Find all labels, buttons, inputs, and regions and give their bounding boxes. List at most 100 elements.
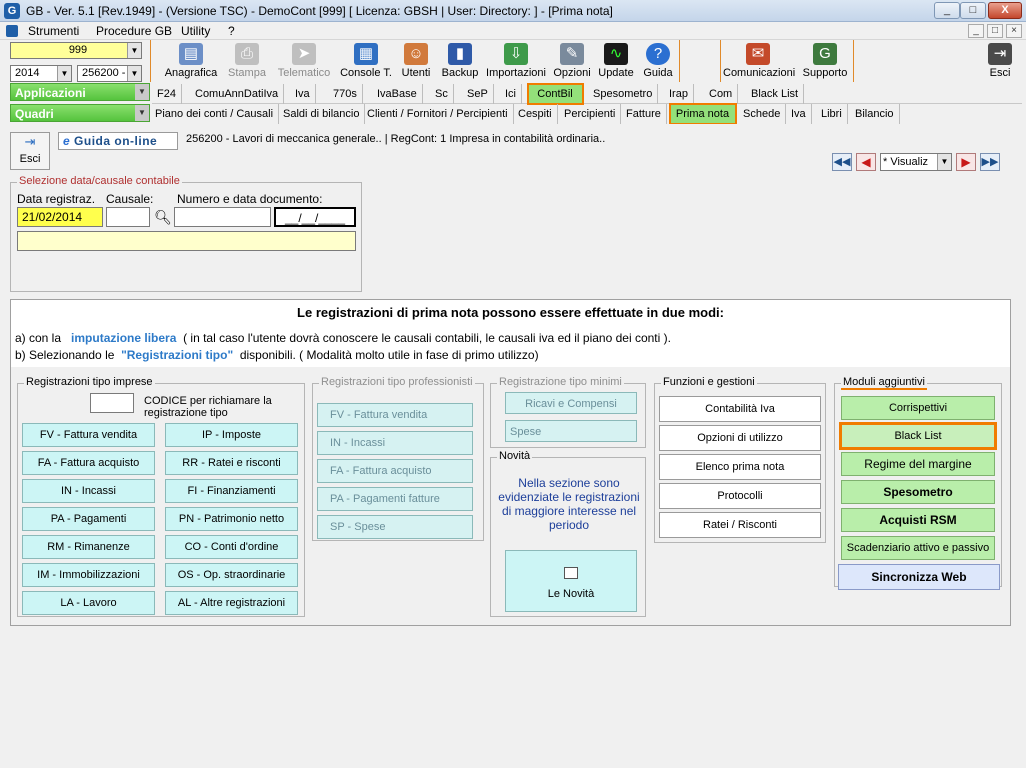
menu-help[interactable]: ? xyxy=(228,24,235,38)
tab-com[interactable]: Com xyxy=(704,84,739,104)
moduli-button-4[interactable]: Acquisti RSM xyxy=(841,508,995,532)
tab-f24[interactable]: F24 xyxy=(152,84,182,104)
sincronizza-web-button[interactable]: Sincronizza Web xyxy=(838,564,1000,590)
tab-770s[interactable]: 770s xyxy=(328,84,363,104)
next-record-icon[interactable]: ▶ xyxy=(956,153,976,171)
tab-contbil[interactable]: ContBil xyxy=(527,83,584,105)
esci-top-button[interactable]: ⇥ Esci xyxy=(982,40,1018,82)
imprese-button-0-1[interactable]: IP - Imposte xyxy=(165,423,298,447)
tab-prima-nota[interactable]: Prima nota xyxy=(669,103,737,125)
applicazioni-button[interactable]: Applicazioni ▼ xyxy=(10,83,150,101)
tab-cespiti[interactable]: Cespiti xyxy=(513,104,558,124)
maximize-button[interactable]: □ xyxy=(960,2,986,19)
guida-online-button[interactable]: e Guida on-line xyxy=(58,132,178,150)
imprese-button-5-1[interactable]: OS - Op. straordinarie xyxy=(165,563,298,587)
telematico-button[interactable]: ➤ Telematico xyxy=(274,40,334,82)
imprese-button-1-1[interactable]: RR - Ratei e risconti xyxy=(165,451,298,475)
last-record-icon[interactable]: ▶▶ xyxy=(980,153,1000,171)
search-icon[interactable]: 🔍︎ xyxy=(153,207,173,227)
stampa-button[interactable]: ⎙ Stampa xyxy=(223,40,271,82)
tab-sep[interactable]: SeP xyxy=(462,84,494,104)
description-field[interactable] xyxy=(17,231,356,251)
imprese-button-3-1[interactable]: PN - Patrimonio netto xyxy=(165,507,298,531)
professionisti-button-2[interactable]: FA - Fattura acquisto xyxy=(317,459,473,483)
imprese-button-6-1[interactable]: AL - Altre registrazioni xyxy=(165,591,298,615)
tab-black-list[interactable]: Black List xyxy=(746,84,805,104)
funzioni-button-2[interactable]: Elenco prima nota xyxy=(659,454,821,480)
tab-irap[interactable]: Irap xyxy=(664,84,694,104)
ricavi-compensi-button[interactable]: Ricavi e Compensi xyxy=(505,392,637,414)
mdi-restore-button[interactable]: □ xyxy=(987,24,1003,38)
funzioni-button-1[interactable]: Opzioni di utilizzo xyxy=(659,425,821,451)
moduli-button-0[interactable]: Corrispettivi xyxy=(841,396,995,420)
professionisti-button-1[interactable]: IN - Incassi xyxy=(317,431,473,455)
tab-libri[interactable]: Libri xyxy=(816,104,848,124)
imputazione-libera-link[interactable]: imputazione libera xyxy=(71,331,176,345)
prev-record-icon[interactable]: ◀ xyxy=(856,153,876,171)
moduli-button-3[interactable]: Spesometro xyxy=(841,480,995,504)
view-mode-select[interactable]: * Visualiz ▼ xyxy=(880,153,952,171)
esci-button[interactable]: ⇥ Esci xyxy=(10,132,50,170)
registrazioni-tipo-link[interactable]: "Registrazioni tipo" xyxy=(121,348,233,362)
utenti-button[interactable]: ☺ Utenti xyxy=(397,40,435,82)
tab-iva-quadri[interactable]: Iva xyxy=(786,104,812,124)
tab-ici[interactable]: Ici xyxy=(500,84,522,104)
imprese-button-5-0[interactable]: IM - Immobilizzazioni xyxy=(22,563,155,587)
moduli-button-1[interactable]: Black List xyxy=(839,422,997,450)
professionisti-button-0[interactable]: FV - Fattura vendita xyxy=(317,403,473,427)
imprese-button-2-0[interactable]: IN - Incassi xyxy=(22,479,155,503)
company-select[interactable]: 999 ▼ xyxy=(10,42,142,59)
funzioni-button-4[interactable]: Ratei / Risconti xyxy=(659,512,821,538)
anagrafica-button[interactable]: ▤ Anagrafica xyxy=(162,40,220,82)
code-select[interactable]: 256200 - ▼ xyxy=(77,65,142,82)
le-novita-button[interactable]: Le Novità xyxy=(505,550,637,612)
imprese-button-2-1[interactable]: FI - Finanziamenti xyxy=(165,479,298,503)
tab-clienti-fornitori[interactable]: Clienti / Fornitori / Percipienti xyxy=(362,104,514,124)
imprese-button-1-0[interactable]: FA - Fattura acquisto xyxy=(22,451,155,475)
opzioni-button[interactable]: ✎ Opzioni xyxy=(551,40,593,82)
importazioni-button[interactable]: ⇩ Importazioni xyxy=(484,40,548,82)
imprese-button-6-0[interactable]: LA - Lavoro xyxy=(22,591,155,615)
menu-utility[interactable]: Utility xyxy=(181,24,210,38)
tab-piano-dei-conti[interactable]: Piano dei conti / Causali xyxy=(150,104,280,124)
tab-iva[interactable]: Iva xyxy=(290,84,316,104)
date-input[interactable]: 21/02/2014 xyxy=(17,207,103,227)
codice-input[interactable] xyxy=(90,393,134,413)
spese-minimi-button[interactable]: Spese xyxy=(505,420,637,442)
doc-number-input[interactable] xyxy=(174,207,271,227)
guida-button[interactable]: ? Guida xyxy=(640,40,676,82)
tab-comuanndatiiva[interactable]: ComuAnnDatiIva xyxy=(190,84,285,104)
console-button[interactable]: ▦ Console T. xyxy=(337,40,395,82)
mdi-close-button[interactable]: × xyxy=(1006,24,1022,38)
causale-input[interactable] xyxy=(106,207,150,227)
tab-spesometro[interactable]: Spesometro xyxy=(588,84,659,104)
menu-strumenti[interactable]: Strumenti xyxy=(28,24,79,38)
tab-schede[interactable]: Schede xyxy=(738,104,787,124)
funzioni-button-3[interactable]: Protocolli xyxy=(659,483,821,509)
funzioni-button-0[interactable]: Contabilità Iva xyxy=(659,396,821,422)
imprese-button-0-0[interactable]: FV - Fattura vendita xyxy=(22,423,155,447)
tab-fatture[interactable]: Fatture xyxy=(621,104,667,124)
first-record-icon[interactable]: ◀◀ xyxy=(832,153,852,171)
tab-ivabase[interactable]: IvaBase xyxy=(372,84,423,104)
quadri-button[interactable]: Quadri ▼ xyxy=(10,104,150,122)
moduli-button-5[interactable]: Scadenziario attivo e passivo xyxy=(841,536,995,560)
imprese-button-4-0[interactable]: RM - Rimanenze xyxy=(22,535,155,559)
tab-bilancio[interactable]: Bilancio xyxy=(850,104,900,124)
menu-procedure-gb[interactable]: Procedure GB xyxy=(96,24,172,38)
professionisti-button-3[interactable]: PA - Pagamenti fatture xyxy=(317,487,473,511)
doc-date-input[interactable]: __/__/____ xyxy=(274,207,356,227)
update-button[interactable]: ∿ Update xyxy=(596,40,636,82)
tab-saldi-bilancio[interactable]: Saldi di bilancio xyxy=(278,104,366,124)
moduli-button-2[interactable]: Regime del margine xyxy=(841,452,995,476)
close-button[interactable]: X xyxy=(988,2,1022,19)
backup-button[interactable]: ▮ Backup xyxy=(440,40,480,82)
year-select[interactable]: 2014 ▼ xyxy=(10,65,72,82)
tab-percipienti[interactable]: Percipienti xyxy=(559,104,622,124)
minimize-button[interactable]: _ xyxy=(934,2,960,19)
tab-sc[interactable]: Sc xyxy=(430,84,454,104)
imprese-button-3-0[interactable]: PA - Pagamenti xyxy=(22,507,155,531)
supporto-button[interactable]: G Supporto xyxy=(798,40,852,82)
imprese-button-4-1[interactable]: CO - Conti d'ordine xyxy=(165,535,298,559)
mdi-minimize-button[interactable]: _ xyxy=(968,24,984,38)
